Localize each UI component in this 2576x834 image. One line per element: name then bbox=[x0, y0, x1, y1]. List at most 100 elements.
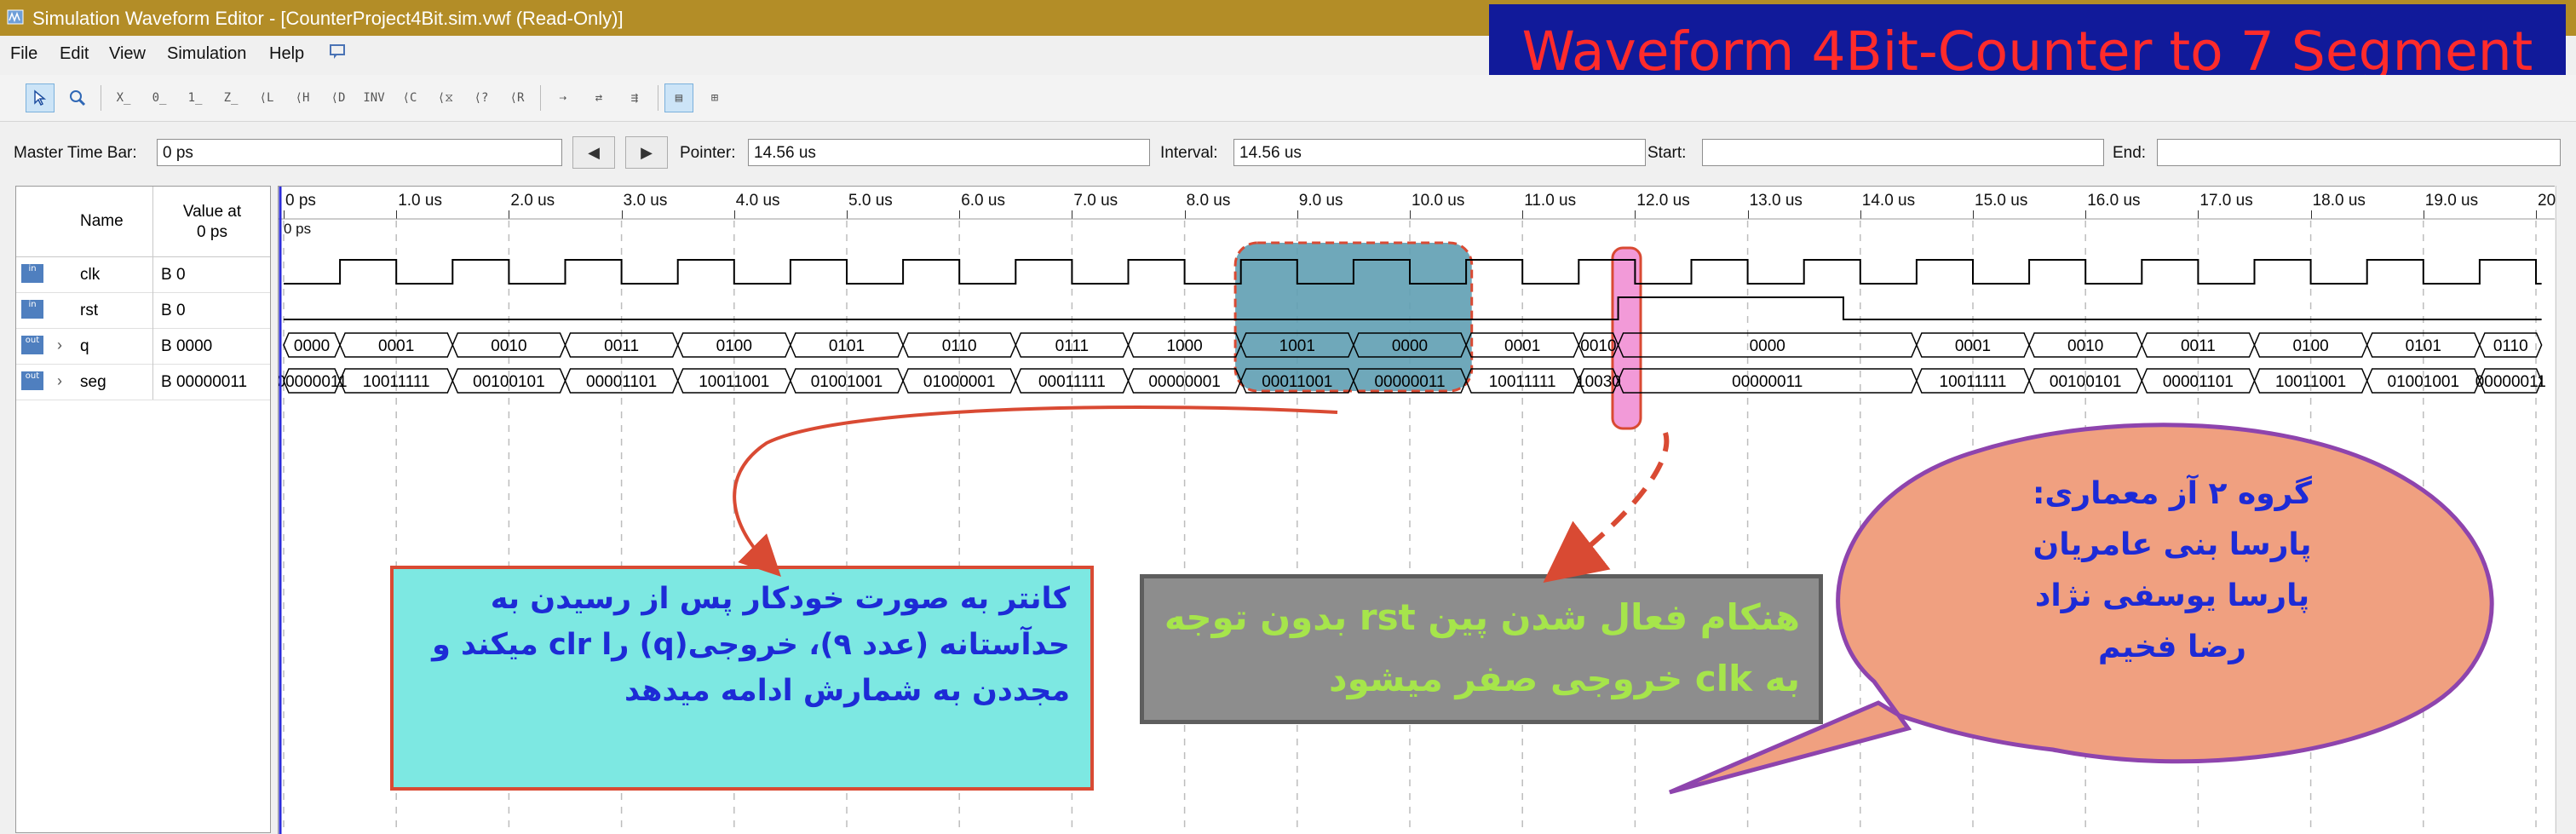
seg-value-label: 00011001 bbox=[1262, 373, 1332, 391]
menu-file[interactable]: File bbox=[10, 44, 37, 64]
chevron-right-icon[interactable]: › bbox=[57, 336, 62, 354]
q-value-label: 0100 bbox=[716, 337, 752, 355]
arbitrary-value-icon[interactable]: ⟨R bbox=[503, 83, 532, 112]
zoom-tool-icon[interactable] bbox=[63, 83, 92, 112]
group-members: گروه ۲ آز معماری: پارسا بنی عامریان پارس… bbox=[1985, 469, 2360, 673]
force-high-impedance-icon[interactable]: Z̲ bbox=[216, 83, 245, 112]
q-value-label: 0011 bbox=[2181, 337, 2216, 355]
seg-value-label: 00001101 bbox=[586, 373, 657, 391]
signal-name: seg bbox=[80, 373, 106, 391]
interval-field: 14.56 us bbox=[1233, 139, 1646, 166]
q-value-label: 0000 bbox=[294, 337, 330, 355]
menu-help[interactable]: Help bbox=[269, 44, 304, 64]
toolbar: X̲ 0̲ 1̲ Z̲ ⟨L ⟨H ⟨D INV ⟨C ⟨⧖ ⟨? ⟨R ⇢ ⇄… bbox=[0, 75, 2576, 122]
end-label: End: bbox=[2113, 144, 2147, 162]
node-finder-icon[interactable]: ⊞ bbox=[700, 83, 729, 112]
signal-row-rst[interactable]: in rst B 0 bbox=[16, 292, 270, 329]
invert-icon[interactable]: INV bbox=[359, 83, 388, 112]
seg-value-label: 01001001 bbox=[811, 373, 883, 391]
q-value-label: 0010 bbox=[2067, 337, 2103, 355]
q-value-label: 0011 bbox=[604, 337, 639, 355]
q-value-label: 1000 bbox=[1166, 337, 1202, 355]
time-bar-row: Master Time Bar: 0 ps ◀ ▶ Pointer: 14.56… bbox=[0, 128, 2576, 179]
force-unknown-icon[interactable]: X̲ bbox=[109, 83, 138, 112]
seg-value-label: 10011111 bbox=[363, 373, 430, 391]
output-pin-icon: out bbox=[21, 371, 43, 390]
force-high-icon[interactable]: 1̲ bbox=[181, 83, 210, 112]
q-value-label: 0001 bbox=[378, 337, 414, 355]
q-value-label: 0100 bbox=[2292, 337, 2328, 355]
seg-value-label: 01000001 bbox=[923, 373, 996, 391]
q-value-label: 1001 bbox=[1279, 337, 1315, 355]
start-field bbox=[1702, 139, 2104, 166]
q-value-label: 0010 bbox=[1580, 337, 1616, 355]
force-weak-low-icon[interactable]: ⟨L bbox=[252, 83, 281, 112]
signal-value: B 00000011 bbox=[161, 373, 248, 391]
master-time-bar-label: Master Time Bar: bbox=[14, 144, 137, 162]
seg-value-label: 00000011 bbox=[1374, 373, 1445, 391]
menu-simulation[interactable]: Simulation bbox=[167, 44, 246, 64]
menu-view[interactable]: View bbox=[109, 44, 146, 64]
group-title: گروه ۲ آز معماری: bbox=[2033, 476, 2312, 511]
vertical-scrollbar[interactable] bbox=[2556, 186, 2576, 833]
signal-name: rst bbox=[80, 302, 99, 319]
window-title: Simulation Waveform Editor - [CounterPro… bbox=[32, 8, 624, 29]
signal-list-panel: Name Value at 0 ps in clk B 0 in rst B 0… bbox=[15, 186, 271, 833]
help-chat-icon[interactable] bbox=[329, 43, 348, 66]
signal-name: q bbox=[80, 337, 89, 355]
seg-value-label: 00000001 bbox=[1148, 373, 1221, 391]
signal-list-header: Name Value at 0 ps bbox=[16, 187, 270, 257]
q-value-label: 0001 bbox=[1955, 337, 1991, 355]
signal-name: clk bbox=[80, 266, 101, 284]
grid-icon[interactable]: ▤ bbox=[664, 83, 693, 112]
q-value-label: 0000 bbox=[1750, 337, 1785, 355]
value-column-header[interactable]: Value at 0 ps bbox=[161, 202, 263, 243]
interval-label: Interval: bbox=[1160, 144, 1218, 162]
input-pin-icon: in bbox=[21, 300, 43, 319]
selection-tool-icon[interactable] bbox=[26, 83, 55, 112]
signal-row-clk[interactable]: in clk B 0 bbox=[16, 256, 270, 293]
counter-reset-callout: کانتر به صورت خودکار پس از رسیدن به حدآس… bbox=[390, 566, 1094, 791]
member-3: رضا فخیم bbox=[2097, 630, 2246, 664]
app-icon bbox=[7, 9, 24, 25]
signal-value: B 0000 bbox=[161, 337, 213, 355]
group-icon[interactable]: ⇄ bbox=[584, 83, 613, 112]
signal-row-q[interactable]: out › q B 0000 bbox=[16, 328, 270, 365]
master-time-bar-field[interactable]: 0 ps bbox=[157, 139, 562, 166]
force-low-icon[interactable]: 0̲ bbox=[145, 83, 174, 112]
signal-value: B 0 bbox=[161, 302, 186, 319]
q-value-label: 0101 bbox=[2406, 337, 2441, 355]
member-1: پارسا بنی عامریان bbox=[2033, 527, 2312, 562]
q-value-label: 0010 bbox=[491, 337, 526, 355]
pointer-label: Pointer: bbox=[680, 144, 736, 162]
q-value-label: 0111 bbox=[1055, 337, 1089, 355]
signal-value: B 0 bbox=[161, 266, 186, 284]
q-value-label: 0000 bbox=[1392, 337, 1428, 355]
count-value-icon[interactable]: ⟨C bbox=[395, 83, 424, 112]
q-value-label: 0110 bbox=[2493, 337, 2528, 355]
output-pin-icon: out bbox=[21, 336, 43, 354]
signal-row-seg[interactable]: out › seg B 00000011 bbox=[16, 364, 270, 400]
chevron-right-icon[interactable]: › bbox=[57, 372, 62, 390]
member-2: پارسا یوسفی نژاد bbox=[2034, 578, 2310, 613]
next-transition-button[interactable]: ▶ bbox=[625, 136, 668, 169]
seg-value-label: 10011001 bbox=[699, 373, 769, 391]
q-value-label: 0110 bbox=[942, 337, 977, 355]
overwrite-clock-icon[interactable]: ⟨⧖ bbox=[431, 83, 460, 112]
seg-value-label: 00100101 bbox=[473, 373, 545, 391]
force-dont-care-icon[interactable]: ⟨D bbox=[324, 83, 353, 112]
seg-value-label: 00000011 bbox=[279, 373, 348, 391]
q-value-label: 0101 bbox=[829, 337, 865, 355]
menu-edit[interactable]: Edit bbox=[60, 44, 89, 64]
pointer-field: 14.56 us bbox=[748, 139, 1150, 166]
random-values-icon[interactable]: ⟨? bbox=[467, 83, 496, 112]
name-column-header[interactable]: Name bbox=[80, 212, 124, 231]
seg-value-label: 00011111 bbox=[1038, 373, 1106, 391]
previous-transition-button[interactable]: ◀ bbox=[572, 136, 615, 169]
ungroup-icon[interactable]: ⇶ bbox=[620, 83, 649, 112]
q-value-label: 0001 bbox=[1504, 337, 1540, 355]
force-weak-high-icon[interactable]: ⟨H bbox=[288, 83, 317, 112]
input-pin-icon: in bbox=[21, 264, 43, 283]
snap-to-grid-icon[interactable]: ⇢ bbox=[549, 83, 578, 112]
start-label: Start: bbox=[1647, 144, 1687, 162]
